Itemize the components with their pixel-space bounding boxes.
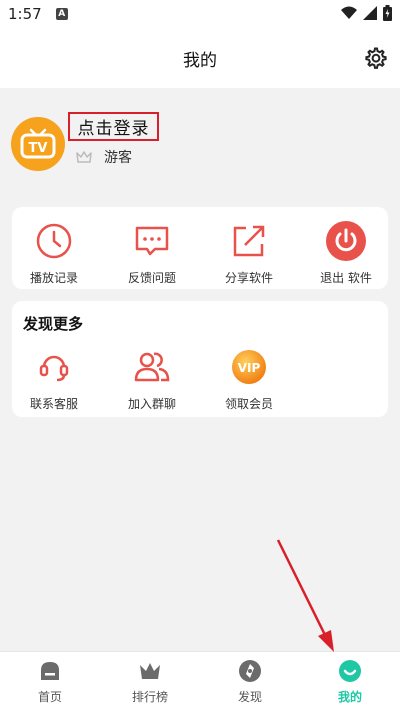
feedback-label: 反馈问题 — [127, 271, 176, 285]
home-icon — [41, 662, 59, 680]
page-header: 我的 — [0, 28, 400, 88]
headset-icon — [39, 355, 69, 382]
tab-ranking-label: 排行榜 — [131, 690, 168, 704]
join-group-button[interactable]: 加入群聊 — [112, 347, 192, 412]
tv-logo-icon: TV — [20, 128, 56, 159]
login-button[interactable]: 点击登录 — [68, 112, 159, 141]
clock-icon — [36, 223, 72, 259]
user-role: 游客 — [104, 150, 132, 166]
login-label: 点击登录 — [77, 119, 150, 139]
crown-icon — [76, 151, 92, 163]
avatar[interactable]: TV — [11, 117, 65, 171]
settings-button[interactable] — [360, 43, 390, 73]
join-group-label: 加入群聊 — [127, 397, 176, 411]
discover-icon — [239, 660, 261, 682]
feedback-button[interactable]: 反馈问题 — [112, 221, 192, 286]
profile-icon — [339, 660, 361, 682]
tab-mine-label: 我的 — [337, 690, 362, 704]
vip-icon: VIP — [232, 350, 266, 384]
gear-icon — [365, 47, 387, 69]
crown-icon — [140, 663, 160, 679]
history-label: 播放记录 — [29, 271, 78, 285]
contact-support-label: 联系客服 — [29, 397, 78, 411]
tab-discover[interactable]: 发现 — [210, 658, 290, 705]
wifi-icon — [341, 6, 357, 19]
group-icon — [134, 352, 170, 382]
tab-home-label: 首页 — [37, 690, 62, 704]
app-notification-icon: A — [55, 8, 68, 20]
tab-home[interactable]: 首页 — [10, 658, 90, 705]
share-icon — [233, 225, 265, 257]
contact-support-button[interactable]: 联系客服 — [14, 347, 94, 412]
battery-icon — [383, 5, 392, 21]
power-icon — [326, 221, 366, 261]
user-role-row: 游客 — [76, 147, 132, 167]
bottom-tab-bar: 首页 排行榜 发现 我的 — [0, 651, 400, 711]
tab-discover-label: 发现 — [237, 690, 262, 704]
status-bar: 1:57 A — [0, 0, 400, 28]
tab-ranking[interactable]: 排行榜 — [110, 658, 190, 705]
exit-button[interactable]: 退出 软件 — [306, 221, 386, 286]
tab-mine[interactable]: 我的 — [310, 658, 390, 705]
page-title: 我的 — [183, 50, 217, 71]
status-time: 1:57 — [8, 5, 42, 23]
history-button[interactable]: 播放记录 — [14, 221, 94, 286]
vip-button[interactable]: VIP 领取会员 — [209, 347, 289, 412]
svg-text:TV: TV — [29, 141, 48, 156]
status-icons — [341, 5, 392, 21]
feedback-icon — [135, 226, 169, 256]
exit-label: 退出 软件 — [320, 271, 372, 285]
signal-icon — [363, 6, 377, 20]
vip-badge-text: VIP — [238, 361, 261, 375]
share-button[interactable]: 分享软件 — [209, 221, 289, 286]
vip-label: 领取会员 — [224, 397, 273, 411]
share-label: 分享软件 — [224, 271, 273, 285]
quick-actions-card: 播放记录 反馈问题 分享软件 退出 软件 — [12, 207, 388, 289]
discover-card: 发现更多 联系客服 加入群聊 VIP 领取会员 — [12, 301, 388, 417]
discover-title: 发现更多 — [23, 315, 84, 333]
